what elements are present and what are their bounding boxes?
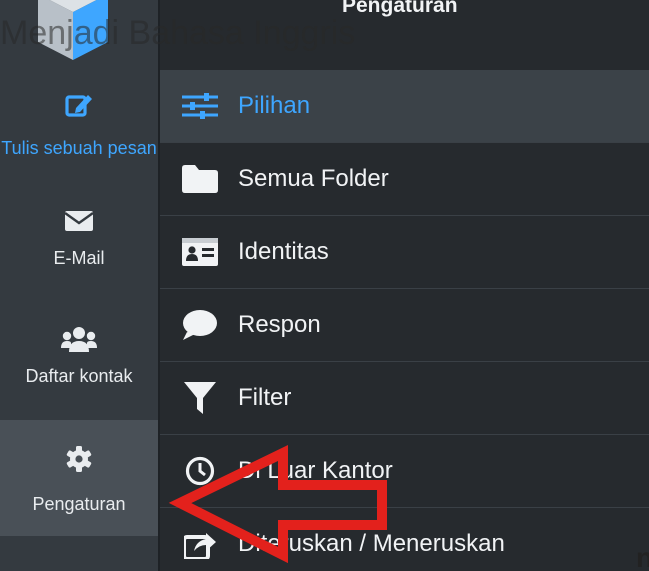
app-logo	[38, 0, 108, 60]
menu-item-label: Pilihan	[238, 92, 311, 119]
id-card-icon	[180, 234, 220, 270]
sidebar-item-label: Pengaturan	[32, 494, 126, 514]
sidebar-footer	[0, 536, 158, 571]
forward-icon	[180, 526, 220, 562]
sidebar-item-label: Tulis sebuah pesan	[1, 138, 157, 158]
menu-item-label: Semua Folder	[238, 165, 389, 192]
sidebar-item-label: E-Mail	[53, 248, 105, 268]
sidebar-item-compose[interactable]: Tulis sebuah pesan	[0, 90, 158, 186]
menu-item-label: Filter	[238, 384, 292, 411]
compose-icon	[0, 90, 158, 120]
app-window: Tulis sebuah pesan E-Mail Daftar kontak …	[0, 0, 649, 571]
envelope-icon	[0, 206, 158, 236]
menu-item-label: Identitas	[238, 238, 329, 265]
sidebar-item-settings[interactable]: Pengaturan	[0, 420, 158, 536]
menu-item-label: Respon	[238, 311, 321, 338]
sidebar: Tulis sebuah pesan E-Mail Daftar kontak …	[0, 0, 158, 571]
folder-icon	[180, 161, 220, 197]
menu-item-options[interactable]: Pilihan	[160, 70, 649, 143]
filter-icon	[180, 380, 220, 416]
menu-item-forwarding[interactable]: Diteruskan / Meneruskan	[160, 508, 649, 571]
menu-item-filters[interactable]: Filter	[160, 362, 649, 435]
comment-icon	[180, 307, 220, 343]
menu-item-identities[interactable]: Identitas	[160, 216, 649, 289]
stray-character: n	[636, 542, 649, 571]
sidebar-item-email[interactable]: E-Mail	[0, 190, 158, 290]
sidebar-item-label: Daftar kontak	[25, 366, 133, 386]
settings-panel: Pengaturan Pilihan Semua Folder Identita…	[158, 0, 649, 571]
panel-title: Pengaturan	[342, 0, 458, 17]
clock-icon	[180, 453, 220, 489]
menu-item-responses[interactable]: Respon	[160, 289, 649, 362]
menu-item-label: Di Luar Kantor	[238, 457, 393, 484]
gear-icon	[0, 444, 158, 474]
menu-item-folders[interactable]: Semua Folder	[160, 143, 649, 216]
panel-header: Pengaturan	[160, 0, 649, 71]
sliders-icon	[180, 88, 220, 124]
menu-item-out-of-office[interactable]: Di Luar Kantor	[160, 435, 649, 508]
sidebar-item-contacts[interactable]: Daftar kontak	[0, 312, 158, 412]
menu-item-label: Diteruskan / Meneruskan	[238, 530, 505, 557]
users-icon	[0, 324, 158, 354]
